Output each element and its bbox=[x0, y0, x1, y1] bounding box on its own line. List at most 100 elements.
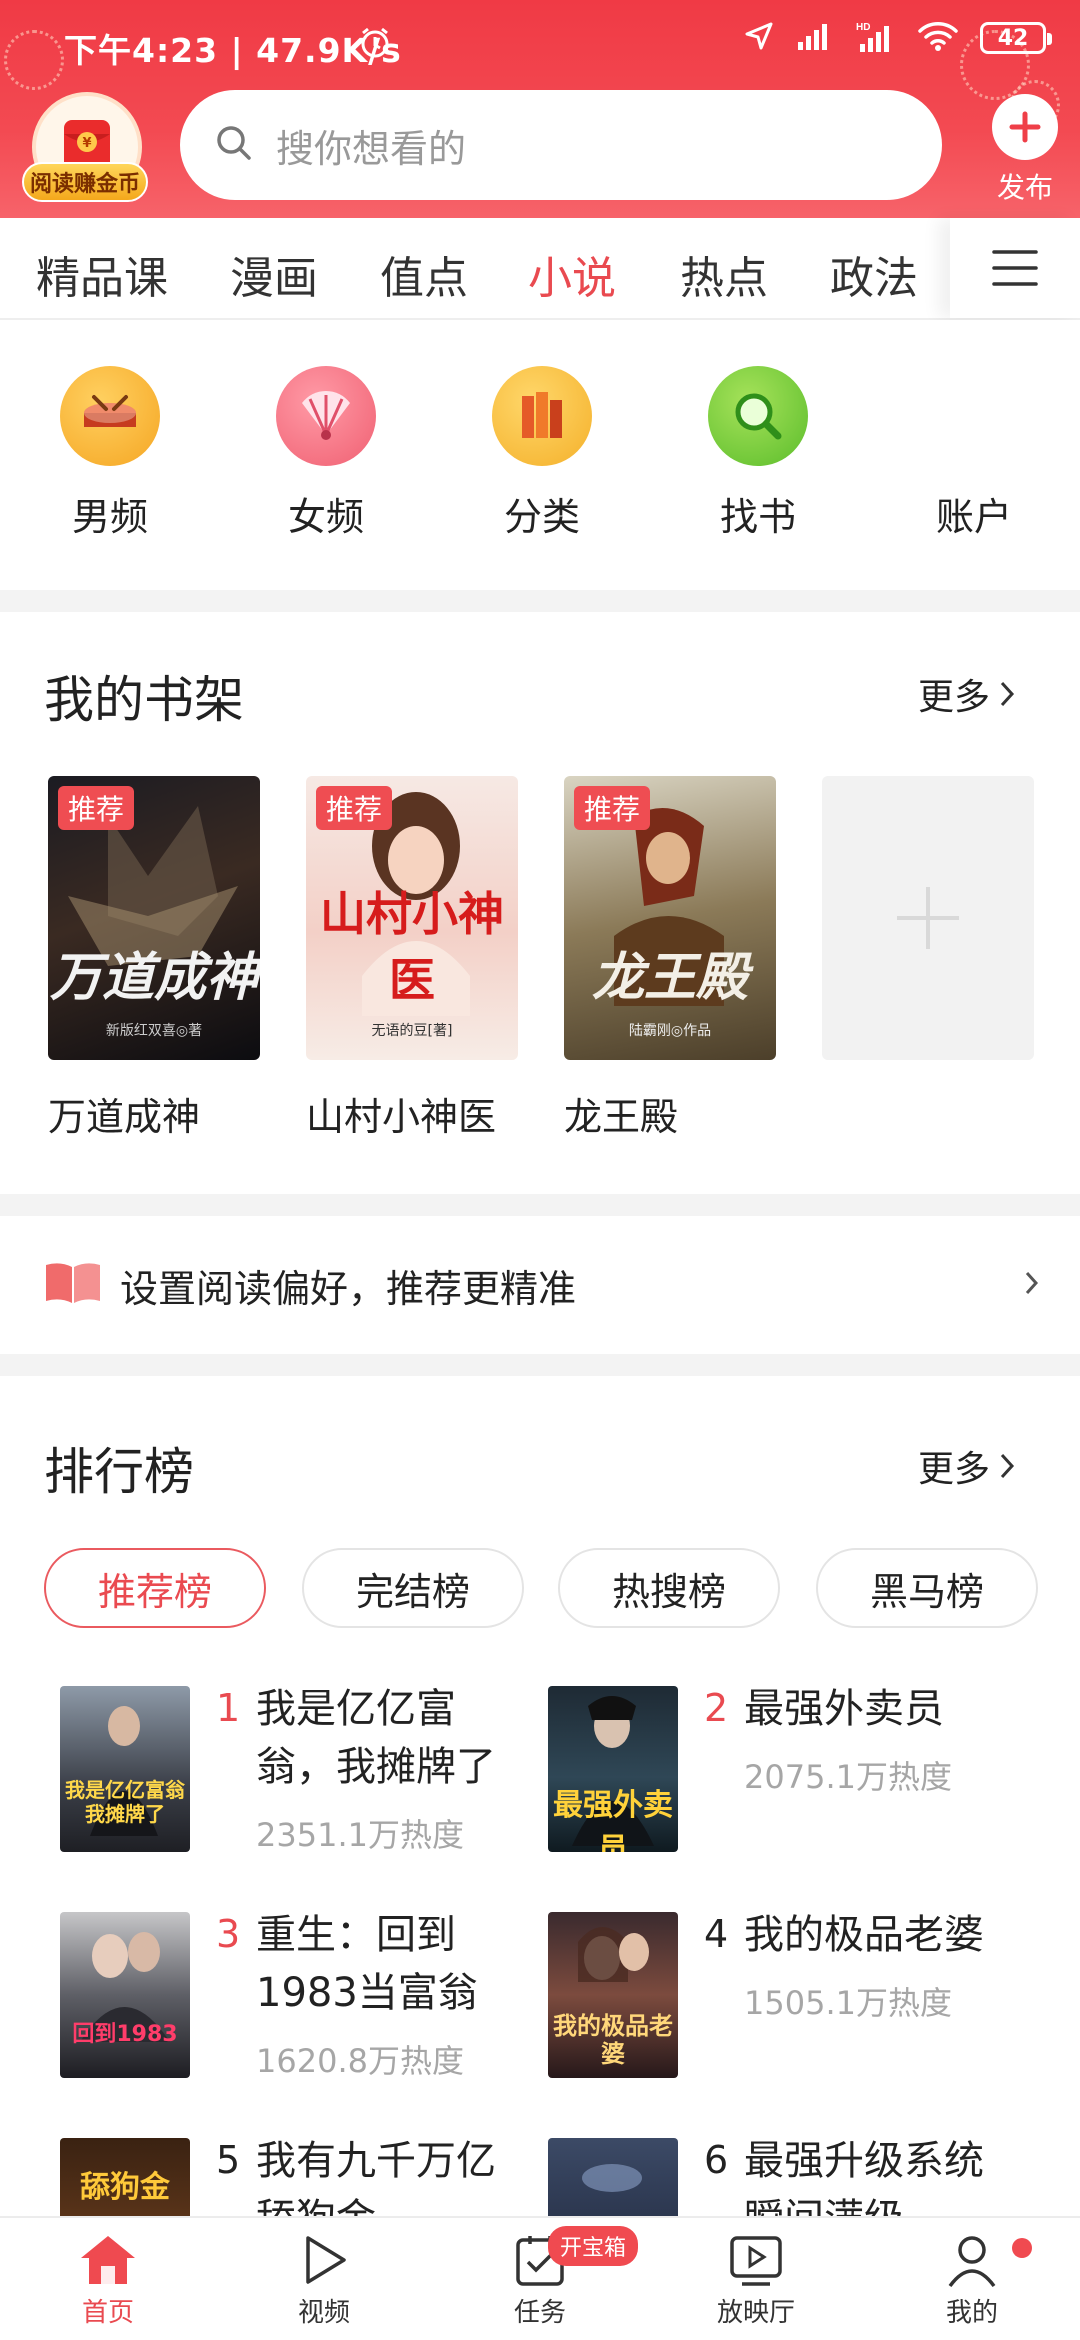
cover-title: 我的极品老婆 bbox=[553, 2012, 673, 2068]
nav-home[interactable]: 首页 bbox=[38, 2232, 178, 2329]
rank-number: 1 bbox=[216, 1686, 241, 1730]
tab-manhua[interactable]: 漫画 bbox=[230, 242, 318, 306]
rank-title: 最强外卖员 bbox=[744, 1686, 944, 1732]
coin-badge[interactable]: 阅读赚金币 bbox=[22, 162, 148, 202]
quick-entry-category[interactable]: 分类 bbox=[472, 366, 612, 541]
tab-redian[interactable]: 热点 bbox=[680, 242, 768, 306]
book-name[interactable]: 龙王殿 bbox=[564, 1086, 678, 1141]
nav-label: 我的 bbox=[945, 2298, 998, 2328]
search-input[interactable]: 搜你想看的 bbox=[180, 90, 942, 200]
quick-label: 女频 bbox=[287, 495, 364, 539]
ranking-more-link[interactable]: 更多 bbox=[918, 1440, 1016, 1492]
rank-title: 重生：回到1983当富翁 bbox=[256, 1912, 478, 2016]
book-cover[interactable]: 推荐 万道成神 新版红双喜◎著 bbox=[48, 776, 260, 1060]
tab-zhidian[interactable]: 值点 bbox=[380, 242, 468, 306]
chevron-right-icon bbox=[1024, 1270, 1040, 1300]
reading-preference-row[interactable]: 设置阅读偏好，推荐更精准 bbox=[0, 1216, 1080, 1354]
search-placeholder: 搜你想看的 bbox=[276, 126, 467, 171]
quick-label: 找书 bbox=[719, 495, 796, 539]
treasure-box-badge[interactable]: 开宝箱 bbox=[548, 2226, 639, 2266]
magnifier-icon bbox=[708, 366, 808, 466]
chip-dark-horse[interactable]: 黑马榜 bbox=[816, 1548, 1038, 1628]
wifi-icon bbox=[918, 21, 958, 55]
cover-title: 万道成神 bbox=[49, 948, 258, 1008]
rank-heat: 2351.1万热度 bbox=[256, 1816, 464, 1854]
book-name[interactable]: 万道成神 bbox=[48, 1086, 200, 1141]
publish-button[interactable]: 发布 bbox=[992, 94, 1058, 206]
tab-jingpinke[interactable]: 精品课 bbox=[36, 242, 168, 306]
book-cover[interactable]: 推荐 龙王殿 陆霸刚◎作品 bbox=[564, 776, 776, 1060]
ranking-title: 排行榜 bbox=[44, 1443, 194, 1501]
recommend-tag: 推荐 bbox=[574, 786, 651, 830]
nav-label: 视频 bbox=[297, 2298, 350, 2328]
status-time-speed: 下午4:23 | 47.9K/s bbox=[64, 31, 402, 70]
cover-title: 龙王殿 bbox=[591, 948, 748, 1008]
channel-tabs: 精品课 漫画 值点 小说 热点 政法 bbox=[0, 218, 1080, 320]
rank-item[interactable]: 我是亿亿富翁 我摊牌了 1 我是亿亿富翁，我摊牌了 2351.1万热度 bbox=[60, 1686, 560, 1856]
chip-hot-search[interactable]: 热搜榜 bbox=[558, 1548, 780, 1628]
rank-heat: 1620.8万热度 bbox=[256, 2042, 464, 2080]
preference-text: 设置阅读偏好，推荐更精准 bbox=[120, 1266, 577, 1311]
nav-theater[interactable]: 放映厅 bbox=[686, 2232, 826, 2329]
battery-level: 42 bbox=[997, 25, 1029, 51]
quick-entry-male[interactable]: 男频 bbox=[40, 366, 180, 541]
nav-video[interactable]: 视频 bbox=[254, 2232, 394, 2329]
cover-title: 我是亿亿富翁 我摊牌了 bbox=[65, 1778, 185, 1826]
quick-label: 分类 bbox=[503, 495, 580, 539]
book-cover[interactable]: 推荐 山村小神医 无语的豆[著] bbox=[306, 776, 518, 1060]
user-icon bbox=[948, 2236, 996, 2288]
open-book-icon bbox=[44, 1261, 102, 1309]
rank-number: 2 bbox=[704, 1686, 729, 1730]
cover-author: 新版红双喜◎著 bbox=[105, 1023, 203, 1039]
shelf-title: 我的书架 bbox=[44, 671, 244, 729]
cover-title: 回到1983 bbox=[72, 2022, 178, 2047]
cover-author: 陆霸刚◎作品 bbox=[628, 1023, 712, 1039]
quick-entry-account[interactable]: 账户 bbox=[904, 366, 1044, 541]
plus-icon bbox=[992, 94, 1058, 160]
chip-completed[interactable]: 完结榜 bbox=[302, 1548, 524, 1628]
status-icons: HD 42 bbox=[744, 20, 1052, 56]
cover-title: 山村小神医 bbox=[320, 887, 504, 1007]
rank-heat: 1505.1万热度 bbox=[744, 1984, 952, 2022]
shelf-more-link[interactable]: 更多 bbox=[918, 668, 1016, 720]
location-icon bbox=[744, 21, 774, 55]
nav-label: 任务 bbox=[513, 2298, 566, 2328]
cover-title: 最强外卖员 bbox=[553, 1788, 673, 1852]
nav-label: 首页 bbox=[81, 2298, 134, 2328]
rank-title: 我的极品老婆 bbox=[744, 1912, 984, 1958]
alarm-icon bbox=[358, 26, 392, 64]
cover-title: 舔狗金 bbox=[80, 2170, 170, 2205]
books-icon bbox=[492, 366, 592, 466]
quick-entry-find-book[interactable]: 找书 bbox=[688, 366, 828, 541]
recommend-tag: 推荐 bbox=[58, 786, 135, 830]
firework-decoration bbox=[4, 30, 64, 90]
chevron-right-icon bbox=[1000, 681, 1015, 707]
quick-entry-female[interactable]: 女频 bbox=[256, 366, 396, 541]
signal-hd-icon: HD bbox=[856, 20, 896, 56]
app-header: 下午4:23 | 47.9K/s HD 42 ¥ 阅读赚金币 搜你想看的 发布 bbox=[0, 0, 1080, 218]
section-divider bbox=[0, 1194, 1080, 1216]
svg-text:HD: HD bbox=[856, 22, 870, 33]
play-icon bbox=[306, 2236, 346, 2284]
tab-zhengfa[interactable]: 政法 bbox=[830, 242, 918, 306]
rank-number: 4 bbox=[704, 1912, 729, 1956]
book-name[interactable]: 山村小神医 bbox=[306, 1086, 496, 1141]
tab-menu-button[interactable] bbox=[950, 218, 1080, 318]
section-divider bbox=[0, 1354, 1080, 1376]
nav-label: 放映厅 bbox=[716, 2298, 795, 2328]
add-book-button[interactable] bbox=[822, 776, 1034, 1060]
rank-cover: 回到1983 bbox=[60, 1912, 190, 2078]
notification-dot bbox=[1012, 2238, 1032, 2258]
rank-item[interactable]: 最强外卖员 2 最强外卖员 2075.1万热度 bbox=[548, 1686, 1048, 1856]
more-label: 更多 bbox=[918, 677, 991, 718]
recommend-tag: 推荐 bbox=[316, 786, 393, 830]
tab-xiaoshuo[interactable]: 小说 bbox=[528, 242, 616, 306]
fan-icon bbox=[276, 366, 376, 466]
quick-label: 男频 bbox=[71, 495, 148, 539]
bottom-navigation: 首页 视频 任务 放映厅 我的 bbox=[0, 2216, 1080, 2340]
search-icon bbox=[214, 123, 254, 167]
chip-recommend[interactable]: 推荐榜 bbox=[44, 1548, 266, 1628]
rank-item[interactable]: 我的极品老婆 4 我的极品老婆 1505.1万热度 bbox=[548, 1912, 1048, 2082]
battery-indicator: 42 bbox=[980, 22, 1052, 54]
rank-item[interactable]: 回到1983 3 重生：回到1983当富翁 1620.8万热度 bbox=[60, 1912, 560, 2082]
